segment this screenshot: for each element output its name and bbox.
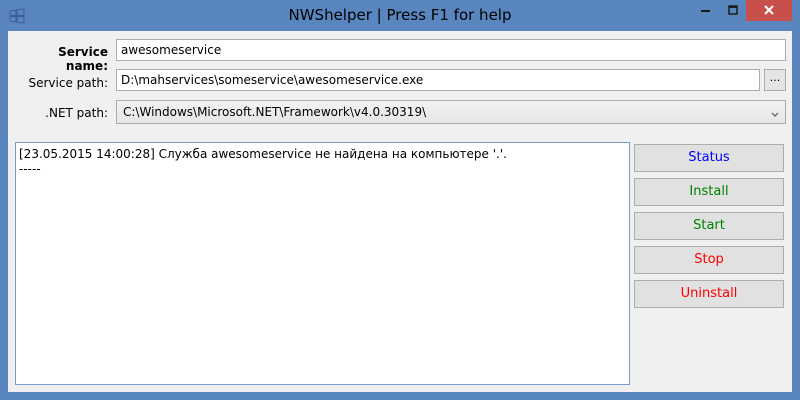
close-icon <box>763 4 775 18</box>
close-button[interactable] <box>746 0 792 21</box>
net-path-value: C:\Windows\Microsoft.NET\Framework\v4.0.… <box>123 105 427 119</box>
service-name-input[interactable]: awesomeservice <box>116 39 786 61</box>
service-path-label: Service path: <box>28 76 109 90</box>
minimize-icon <box>700 4 711 18</box>
minimize-button[interactable] <box>691 0 720 21</box>
status-button[interactable]: Status <box>634 144 784 172</box>
uninstall-button[interactable]: Uninstall <box>634 280 784 308</box>
maximize-button[interactable] <box>720 0 746 21</box>
log-output[interactable]: [23.05.2015 14:00:28] Служба awesomeserv… <box>15 142 630 385</box>
start-button[interactable]: Start <box>634 212 784 240</box>
service-name-label: Service name: <box>58 45 108 73</box>
log-line: [23.05.2015 14:00:28] Служба awesomeserv… <box>19 147 507 161</box>
window-title: NWShelper | Press F1 for help <box>288 6 512 24</box>
maximize-icon <box>728 4 738 18</box>
stop-button[interactable]: Stop <box>634 246 784 274</box>
client-area: Service name: awesomeservice Service pat… <box>8 31 792 392</box>
app-window: NWShelper | Press F1 for help Service na… <box>0 0 800 400</box>
log-line: ----- <box>19 162 41 176</box>
install-button[interactable]: Install <box>634 178 784 206</box>
browse-button[interactable]: ... <box>764 69 786 91</box>
net-path-label: .NET path: <box>45 106 108 120</box>
chevron-down-icon <box>771 108 779 117</box>
title-bar[interactable]: NWShelper | Press F1 for help <box>0 0 800 31</box>
net-path-select[interactable]: C:\Windows\Microsoft.NET\Framework\v4.0.… <box>116 100 786 124</box>
service-path-input[interactable]: D:\mahservices\someservice\awesomeservic… <box>116 69 760 91</box>
